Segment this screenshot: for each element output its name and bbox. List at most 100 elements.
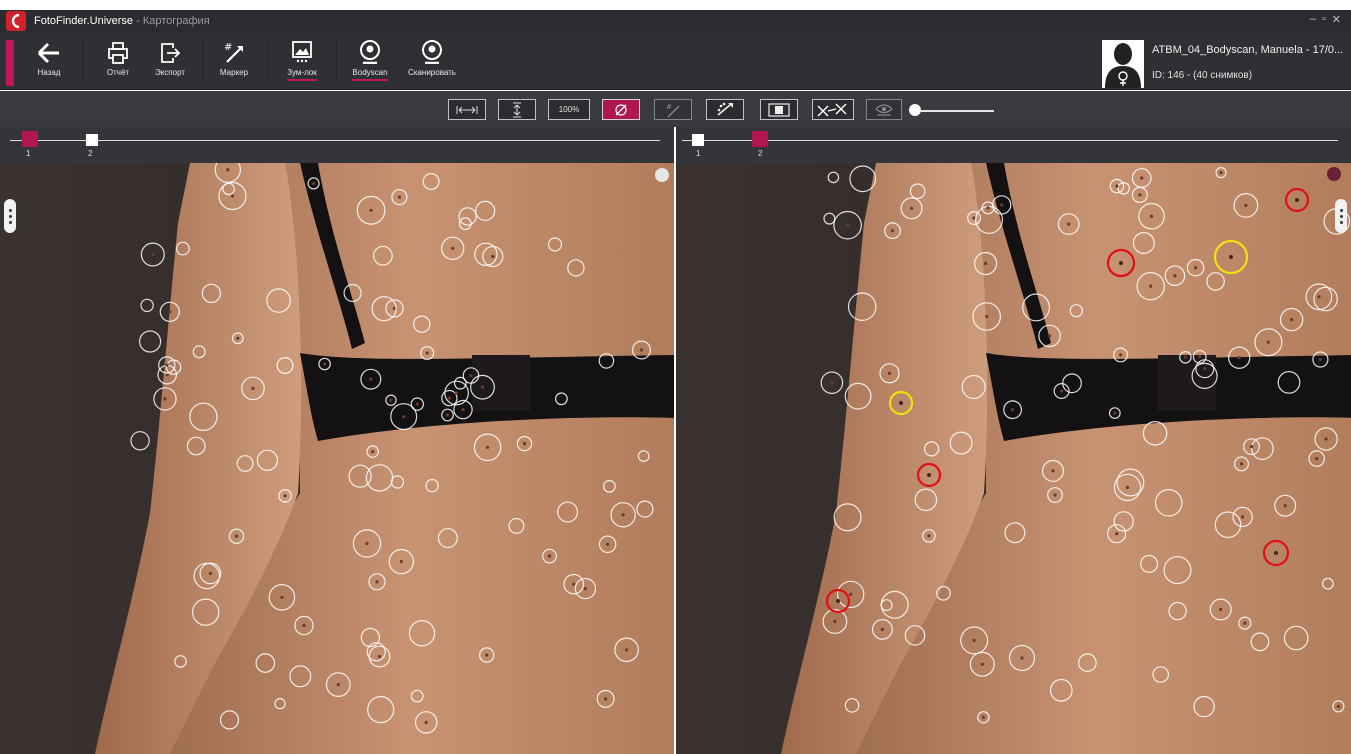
lesion-spot (377, 654, 382, 659)
bodyscan-image-right[interactable] (676, 163, 1351, 754)
lesion-spot (1194, 266, 1198, 270)
lesion-spot (972, 638, 976, 642)
printer-icon (108, 36, 128, 64)
eye-icon (875, 103, 893, 116)
bodyscan-button[interactable]: Bodyscan (346, 36, 394, 86)
lesion-spot (880, 627, 884, 631)
lesion-spot (371, 450, 375, 454)
marker-button[interactable]: # Маркер (216, 36, 252, 86)
lesion-spot (1115, 532, 1119, 536)
lesion-spot (583, 587, 588, 591)
lesion-spot (1140, 176, 1144, 180)
bra-clasp (472, 355, 530, 411)
lesion-spot (399, 560, 403, 564)
lesion-spot (1283, 504, 1287, 508)
lesion-spot (621, 513, 625, 517)
toolbar-separator (82, 40, 83, 82)
lesion-spot (375, 580, 379, 584)
timeline-right-exam-2[interactable] (752, 131, 768, 147)
bodyscan-photo-left[interactable] (0, 163, 674, 754)
view-toolbar: 100% # (0, 91, 1351, 127)
back-button[interactable]: Назад (34, 36, 64, 86)
patient-avatar (1102, 40, 1144, 88)
fit-height-button[interactable] (498, 99, 536, 120)
timeline-left-exam-2[interactable] (86, 134, 98, 146)
lesion-spot (323, 362, 327, 366)
lesion-spot (1173, 274, 1177, 278)
minimize-button[interactable]: – (1310, 13, 1316, 26)
remove-markers-button[interactable] (812, 99, 854, 120)
lesion-spot (369, 377, 373, 381)
svg-text:#: # (224, 42, 232, 53)
lesion-spot (849, 592, 853, 596)
overlay-opacity-slider-thumb[interactable] (909, 104, 921, 116)
side-panel-handle-right[interactable] (1335, 199, 1347, 233)
timeline-right: 1 2 (676, 127, 1351, 163)
zoom-lock-button[interactable]: Зум-лок (280, 36, 324, 86)
lesion-spot (168, 310, 172, 314)
lesion-spot (890, 229, 895, 233)
timeline-left-label-1: 1 (26, 149, 31, 158)
patient-id: ID: 146 - (40 снимков) (1152, 70, 1253, 81)
marker-label: Маркер (219, 68, 249, 77)
lesion-spot (1113, 411, 1117, 415)
timeline-left-exam-1[interactable] (22, 131, 38, 147)
title-bar: FotoFinder.Universe - Картография – ▫ ✕ (0, 10, 1351, 32)
move-markers-icon (717, 102, 733, 116)
zoom-100-button[interactable]: 100% (548, 99, 590, 120)
export-icon (160, 36, 180, 64)
overlay-visibility-button[interactable] (866, 99, 902, 120)
lesion-spot (1290, 318, 1294, 322)
lesion-mark-icon (615, 103, 627, 116)
lesion-spot (1125, 485, 1130, 489)
timeline-left-label-2: 2 (88, 149, 93, 158)
toolbar-accent-bar (6, 40, 14, 86)
bodyscan-photo-right[interactable] (676, 163, 1351, 754)
zoom-100-label: 100% (558, 105, 580, 114)
overlay-opacity-slider-track[interactable] (914, 110, 994, 112)
lesion-spot (1051, 469, 1055, 473)
report-button[interactable]: Отчёт (100, 36, 136, 86)
lesion-mark-button[interactable] (602, 99, 640, 120)
numbering-button[interactable]: # (654, 99, 692, 120)
lesion-spot (208, 571, 212, 575)
lesion-spot (1203, 367, 1207, 371)
lesion-spot (280, 595, 284, 599)
window-controls: – ▫ ✕ (1310, 13, 1341, 26)
lesion-spot (927, 534, 931, 538)
side-panel-handle-left[interactable] (4, 199, 16, 233)
compare-view-icon (768, 102, 790, 117)
toolbar-separator (268, 40, 269, 82)
lesion-spot (369, 208, 373, 212)
zoom-lock-label: Зум-лок (287, 68, 317, 81)
lesion-spot (887, 371, 892, 375)
fit-width-button[interactable] (448, 99, 486, 120)
toolbar-separator (336, 40, 337, 82)
lesion-spot (1000, 203, 1004, 207)
lesion-spot (1149, 284, 1153, 288)
bodyscan-image-left[interactable] (0, 163, 674, 754)
lesion-spot (547, 554, 552, 558)
lesion-spot (1336, 704, 1340, 709)
lesion-spot (830, 381, 834, 385)
lesion-spot (461, 408, 465, 412)
image-zoom-icon (291, 36, 313, 64)
lesion-spot (302, 623, 306, 628)
lesion-spot (980, 662, 984, 666)
close-button[interactable]: ✕ (1332, 13, 1341, 26)
lesion-spot (234, 534, 239, 538)
back-label: Назад (37, 68, 61, 77)
lesion-spot (486, 445, 490, 449)
lesion-spot (226, 168, 230, 172)
lesion-spot (1219, 607, 1223, 612)
timeline-right-exam-1[interactable] (692, 134, 704, 146)
timeline-track (10, 140, 660, 141)
export-button[interactable]: Экспорт (150, 36, 190, 86)
lesion-spot (389, 398, 393, 402)
lesion-spot (336, 683, 340, 687)
restore-button[interactable]: ▫ (1322, 13, 1326, 26)
lesion-spot (1119, 261, 1123, 265)
move-markers-button[interactable] (706, 99, 744, 120)
compare-view-button[interactable] (760, 99, 798, 120)
scan-button[interactable]: Сканировать (404, 36, 460, 86)
